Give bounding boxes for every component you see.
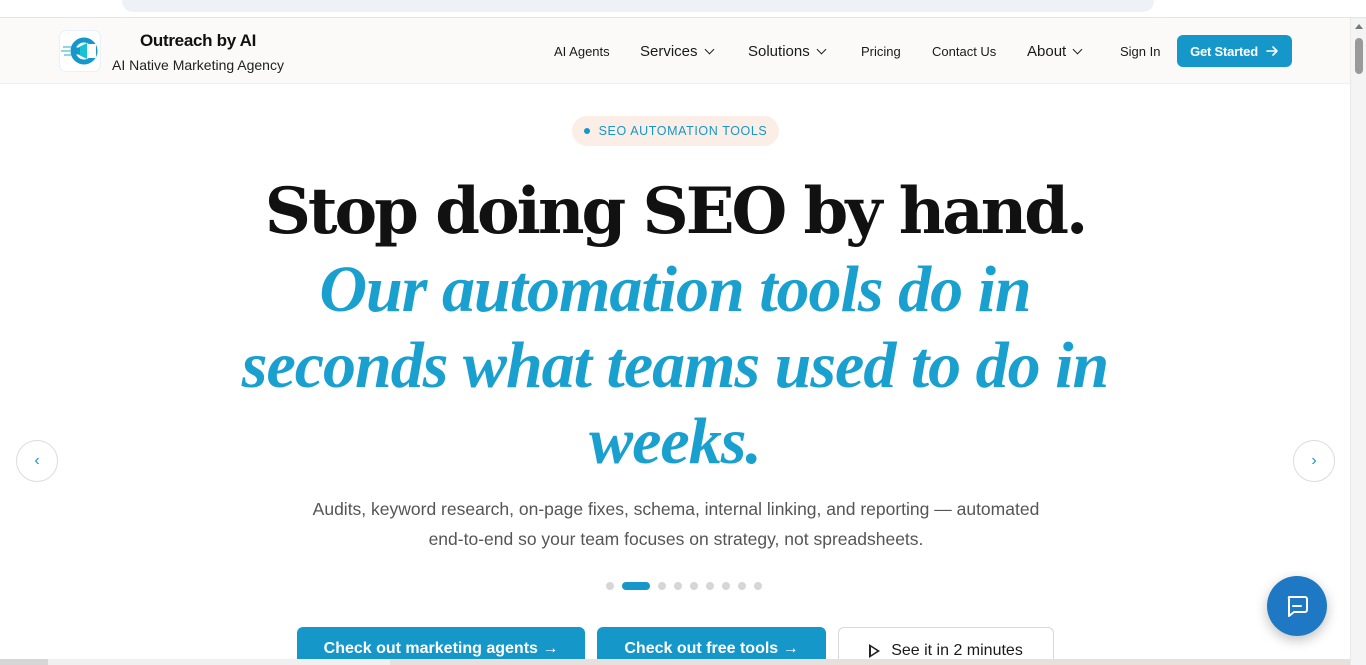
scroll-up-arrow-icon[interactable] [1355,24,1363,29]
nav-contact[interactable]: Contact Us [932,34,996,68]
carousel-dot[interactable] [674,582,682,590]
nav-about[interactable]: About [1027,34,1083,68]
nav-services-label: Services [640,42,698,60]
arrow-right-icon [1266,46,1278,56]
nav-pricing-label: Pricing [861,43,901,59]
badge-label: SEO AUTOMATION TOOLS [598,124,768,138]
carousel-next-button[interactable]: › [1293,440,1335,482]
watch-video-label: See it in 2 minutes [891,642,1023,659]
page-scrollbar[interactable] [1350,18,1366,665]
badge-dot-icon [583,128,590,134]
nav-services[interactable]: Services [640,34,714,68]
carousel-dot[interactable] [722,582,730,590]
chat-button[interactable] [1267,576,1327,636]
carousel-dot[interactable] [706,582,714,590]
nav-about-label: About [1027,42,1067,60]
carousel-dots [606,581,762,591]
carousel-dot[interactable] [738,582,746,590]
carousel-dot[interactable] [606,582,614,590]
address-bar[interactable] [122,0,1154,12]
hero-description: Audits, keyword research, on-page fixes,… [312,499,1040,549]
nav-solutions-label: Solutions [748,42,810,60]
carousel-prev-button[interactable]: ‹ [16,440,58,482]
chevron-down-icon [816,44,827,54]
hero-subline: Our automation tools do in seconds what … [241,253,1109,478]
get-started-label: Get Started [1190,43,1258,59]
free-tools-label: Check out free tools → [624,640,799,657]
chevron-right-icon: › [1311,452,1317,469]
chevron-down-icon [1072,44,1083,54]
brand-name[interactable]: Outreach by AI [140,31,256,51]
nav-pricing[interactable]: Pricing [861,34,901,68]
site-header: Outreach by AI AI Native Marketing Agenc… [0,18,1350,84]
logo-icon[interactable] [60,31,100,71]
play-icon [869,644,881,658]
get-started-button[interactable]: Get Started [1177,35,1292,67]
scroll-thumb[interactable] [1355,38,1363,74]
nav-contact-label: Contact Us [932,43,997,59]
hero-headline: Stop doing SEO by hand. [264,174,1089,249]
browser-toolbar [0,0,1366,18]
chat-bubble-icon [1287,596,1308,617]
brand-tagline: AI Native Marketing Agency [112,57,284,73]
carousel-dot[interactable] [658,582,666,590]
nav-sign-in[interactable]: Sign In [1120,34,1160,68]
taskbar-edge [0,659,1350,665]
chevron-down-icon [704,44,714,54]
nav-sign-in-label: Sign In [1120,43,1161,59]
carousel-dot[interactable] [690,582,698,590]
carousel-dot[interactable] [622,582,650,590]
nav-solutions[interactable]: Solutions [748,34,827,68]
nav-ai-agents-label: AI Agents [554,43,610,59]
marketing-agents-label: Check out marketing agents → [323,640,559,657]
nav-ai-agents[interactable]: AI Agents [554,34,610,68]
carousel-dot[interactable] [754,582,762,590]
chevron-left-icon: ‹ [34,452,40,469]
section-badge: SEO AUTOMATION TOOLS [572,116,779,146]
